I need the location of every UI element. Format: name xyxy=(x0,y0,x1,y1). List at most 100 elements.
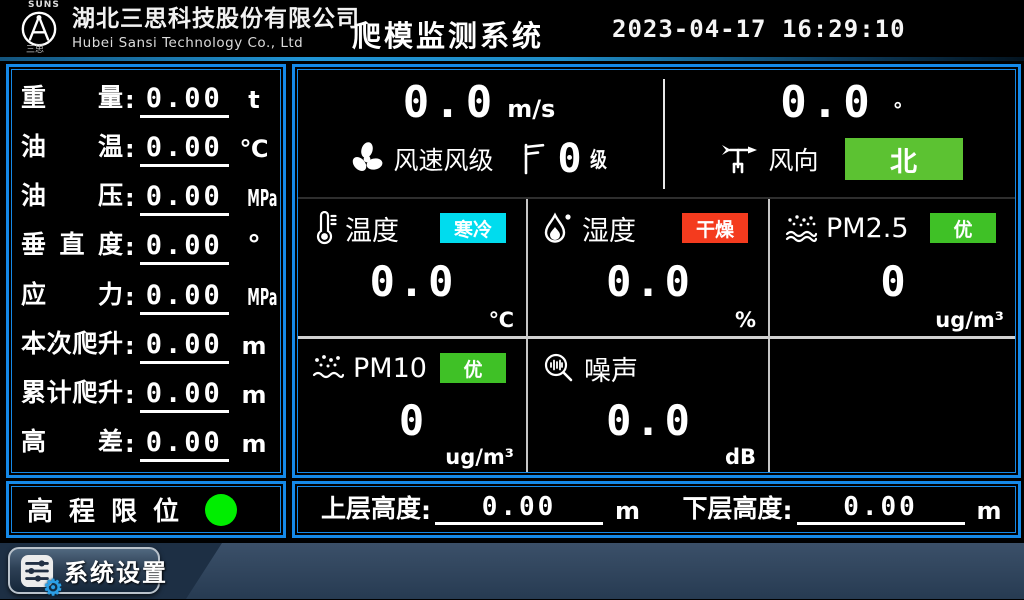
dust-particles-icon xyxy=(311,352,345,384)
metric-label: 累计爬升 xyxy=(21,373,123,413)
environment-panel: 0.0 m/s 风速风级 xyxy=(292,64,1021,478)
env-cell-temperature: 温度 寒冷 0.0 ℃ xyxy=(297,199,528,339)
header: SUNS 三思 湖北三思科技股份有限公司 Hubei Sansi Technol… xyxy=(0,0,1024,61)
taskbar: ⚙ 系统设置 xyxy=(0,543,1024,599)
env-cell-label: 温度 xyxy=(345,209,399,248)
upper-height-label: 上层高度 xyxy=(321,489,421,525)
metric-value: 0.00 xyxy=(140,181,229,216)
metric-unit: ° xyxy=(235,230,273,265)
env-cell-unit: ug/m³ xyxy=(935,308,1004,332)
metric-label: 垂直度 xyxy=(21,225,123,265)
logo-suns-text: SUNS xyxy=(20,1,68,10)
env-cell-humidity: 湿度 干燥 0.0 % xyxy=(528,199,770,339)
upper-height-row: 上层高度: 0.00 m xyxy=(295,489,657,531)
logo-sansi-text: 三思 xyxy=(20,46,68,55)
status-badge: 干燥 xyxy=(682,213,748,243)
env-cell-label: 噪声 xyxy=(584,349,638,388)
metric-row-current-climb: 本次爬升: 0.00 m xyxy=(21,324,273,364)
metric-row-height-diff: 高 差: 0.00 m xyxy=(21,422,273,462)
colon: : xyxy=(123,332,136,364)
metric-value: 0.00 xyxy=(140,378,229,413)
wind-direction-degree: ° xyxy=(893,98,903,122)
env-cell-unit: dB xyxy=(725,445,756,469)
metric-unit: m xyxy=(235,381,273,413)
logo-icon xyxy=(20,10,68,48)
metric-value: 0.00 xyxy=(140,280,229,315)
company-logo: SUNS 三思 xyxy=(20,1,68,55)
env-cell-noise: 噪声 0.0 dB xyxy=(528,339,770,473)
metric-unit: m xyxy=(235,430,273,462)
fan-icon xyxy=(349,141,385,177)
gear-icon: ⚙ xyxy=(43,577,63,599)
colon: : xyxy=(123,135,136,167)
colon: : xyxy=(123,233,136,265)
lower-height-label: 下层高度 xyxy=(683,489,783,525)
wind-speed-label: 风速风级 xyxy=(393,141,493,177)
wind-level-unit: 级 xyxy=(590,144,607,174)
lower-height-row: 下层高度: 0.00 m xyxy=(657,489,1019,531)
header-divider xyxy=(0,57,1024,61)
settings-label: 系统设置 xyxy=(64,553,168,588)
droplet-icon xyxy=(542,211,574,245)
elevation-limit-box: 高程限位 xyxy=(6,481,286,538)
metric-row-verticality: 垂直度: 0.00 ° xyxy=(21,225,273,265)
env-cell-pm10: PM10 优 0 ug/m³ xyxy=(297,339,528,473)
wind-direction-button[interactable]: 北 xyxy=(845,138,963,180)
metric-row-oil-pressure: 油 压: 0.00 MPa xyxy=(21,176,273,216)
colon: : xyxy=(783,496,793,525)
metric-label: 本次爬升 xyxy=(21,324,123,364)
wind-speed-unit: m/s xyxy=(507,95,555,123)
metric-label: 重 量 xyxy=(21,78,123,118)
wind-direction-value: 0.0 xyxy=(780,77,874,128)
wind-speed-block: 0.0 m/s 风速风级 xyxy=(297,69,661,195)
metric-row-stress: 应 力: 0.00 MPa xyxy=(21,275,273,315)
colon: : xyxy=(123,381,136,413)
wind-divider xyxy=(663,79,665,189)
layer-heights-box: 上层高度: 0.00 m 下层高度: 0.00 m xyxy=(292,481,1021,538)
metric-label: 高 差 xyxy=(21,422,123,462)
env-grid: 温度 寒冷 0.0 ℃ 湿度 干燥 0.0 % xyxy=(297,197,1016,473)
metrics-panel: 重 量: 0.00 t 油 温: 0.00 ℃ 油 压: 0.00 MPa 垂直… xyxy=(6,64,286,478)
metric-value: 0.00 xyxy=(140,132,229,167)
metric-label: 油 压 xyxy=(21,176,123,216)
status-badge: 寒冷 xyxy=(440,213,506,243)
colon: : xyxy=(123,86,136,118)
env-cell-label: 湿度 xyxy=(582,209,636,248)
elevation-limit-indicator xyxy=(205,494,237,526)
metric-unit: MPa xyxy=(235,283,273,315)
metric-row-oil-temp: 油 温: 0.00 ℃ xyxy=(21,127,273,167)
taskbar-wedge xyxy=(186,543,1024,599)
metric-unit: MPa xyxy=(235,184,273,216)
wind-level-flag-icon xyxy=(521,142,547,176)
company-name-en: Hubei Sansi Technology Co., Ltd xyxy=(72,35,360,51)
status-badge: 优 xyxy=(930,213,996,243)
datetime: 2023-04-17 16:29:10 xyxy=(612,15,906,43)
env-cell-label: PM2.5 xyxy=(826,213,909,244)
upper-height-unit: m xyxy=(615,497,640,525)
colon: : xyxy=(123,283,136,315)
company-name-cn: 湖北三思科技股份有限公司 xyxy=(72,6,360,34)
dust-particles-icon xyxy=(784,212,818,244)
upper-height-value: 0.00 xyxy=(435,492,603,525)
company-name-block: 湖北三思科技股份有限公司 Hubei Sansi Technology Co.,… xyxy=(72,6,360,51)
env-cell-value: 0.0 xyxy=(311,245,516,332)
metric-unit: t xyxy=(235,86,273,118)
metric-value: 0.00 xyxy=(140,427,229,462)
wind-direction-block: 0.0 ° xyxy=(667,69,1016,195)
wind-section: 0.0 m/s 风速风级 xyxy=(297,69,1016,195)
metric-value: 0.00 xyxy=(140,83,229,118)
thermometer-icon xyxy=(311,211,337,245)
metric-label: 应 力 xyxy=(21,275,123,315)
wind-level-value: 0 xyxy=(557,136,581,182)
settings-button[interactable]: ⚙ 系统设置 xyxy=(8,547,160,594)
lower-height-unit: m xyxy=(977,497,1002,525)
metric-row-total-climb: 累计爬升: 0.00 m xyxy=(21,373,273,413)
metric-unit: ℃ xyxy=(235,135,273,167)
env-cell-value: 0.0 xyxy=(542,245,758,332)
noise-meter-icon xyxy=(542,351,576,385)
wind-speed-value: 0.0 xyxy=(403,77,497,128)
metric-unit: m xyxy=(235,332,273,364)
colon: : xyxy=(123,184,136,216)
colon: : xyxy=(123,430,136,462)
env-cell-unit: ug/m³ xyxy=(445,445,514,469)
